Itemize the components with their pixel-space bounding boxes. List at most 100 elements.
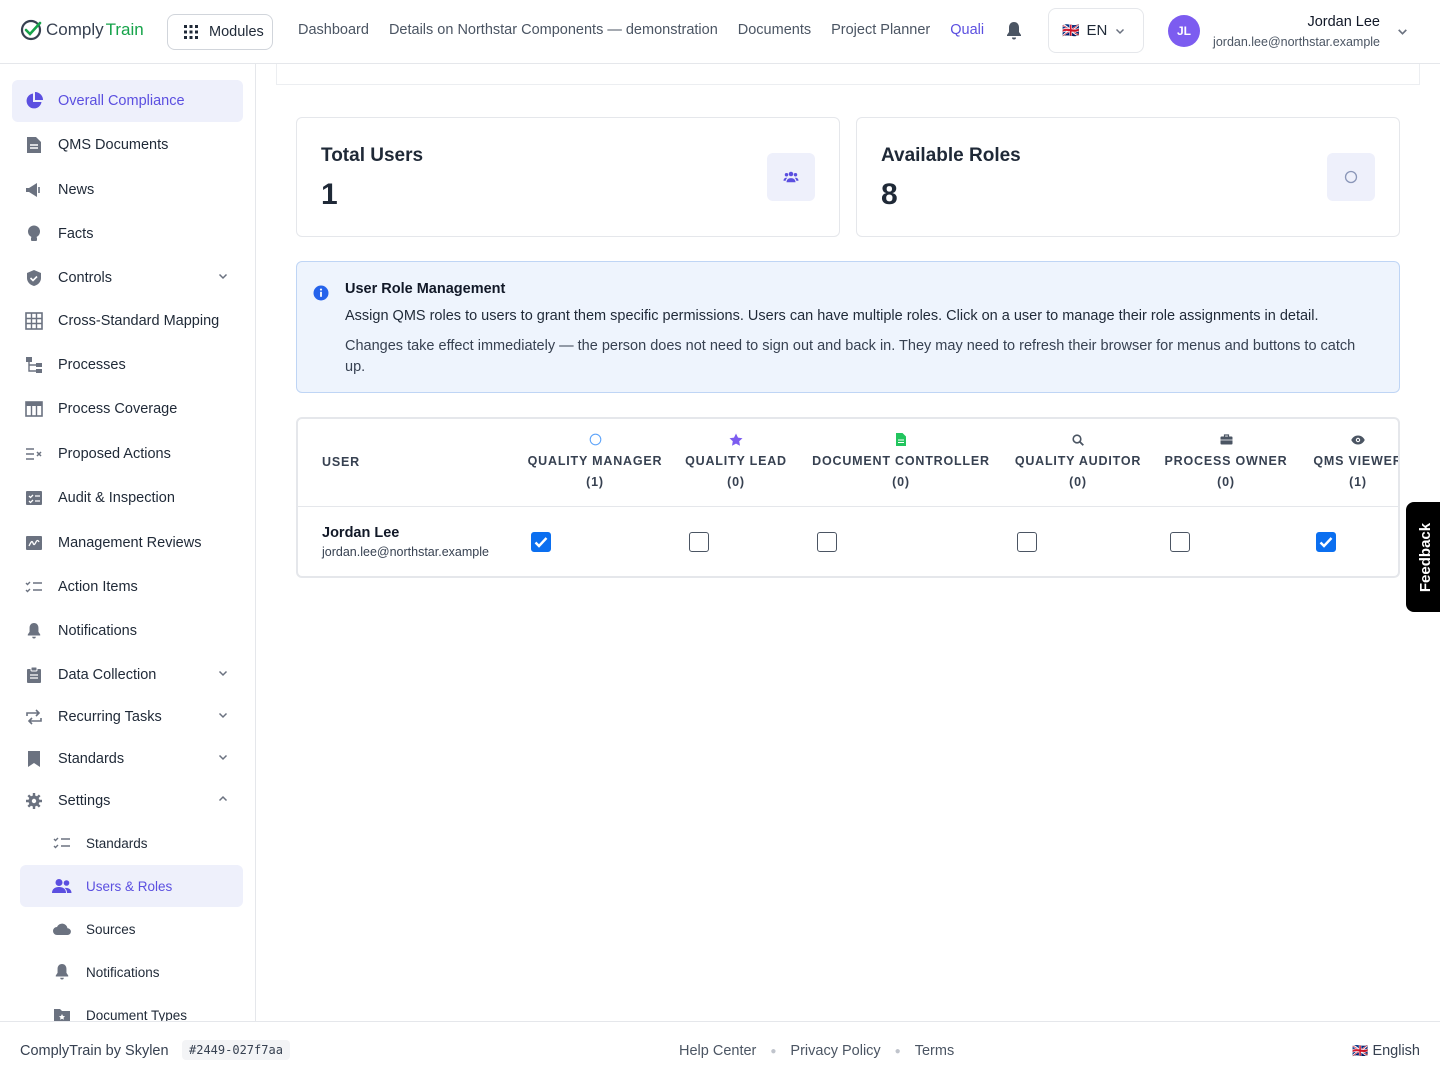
stat-card-total-users: Total Users 1 — [296, 117, 840, 237]
sidebar-subitem-sources[interactable]: Sources — [20, 908, 243, 950]
sidebar-item-label: Settings — [58, 793, 111, 809]
info-banner: User Role Management Assign QMS roles to… — [296, 261, 1400, 393]
checkmark-icon — [1319, 537, 1333, 548]
bell-icon — [24, 621, 44, 641]
megaphone-icon — [24, 180, 44, 200]
checkbox-quality-auditor[interactable] — [1017, 532, 1037, 552]
sidebar-subitem-notifications[interactable]: Notifications — [20, 951, 243, 993]
modules-button[interactable]: Modules — [167, 14, 273, 50]
footer-link-privacy-policy[interactable]: Privacy Policy — [790, 1043, 880, 1059]
sidebar: Overall Compliance QMS Documents News Fa… — [0, 64, 256, 1021]
footer: ComplyTrain by Skylen #2449-027f7aa Help… — [0, 1021, 1440, 1080]
role-count: (0) — [727, 475, 745, 489]
checkbox-quality-manager[interactable] — [531, 532, 551, 552]
footer-separator: ● — [894, 1045, 901, 1057]
nav-documents[interactable]: Documents — [738, 22, 811, 38]
sidebar-subitem-users-roles[interactable]: Users & Roles — [20, 865, 243, 907]
notifications-bell-icon[interactable] — [1005, 21, 1023, 44]
nav-dashboard[interactable]: Dashboard — [298, 22, 369, 38]
role-label: QUALITY AUDITOR — [1014, 454, 1142, 468]
logo-text-train: Train — [105, 20, 144, 39]
sidebar-item-processes[interactable]: Processes — [12, 344, 243, 386]
user-avatar[interactable]: JL — [1168, 15, 1200, 47]
checkbox-quality-lead[interactable] — [689, 532, 709, 552]
role-label: DOCUMENT CONTROLLER — [812, 454, 990, 468]
app-logo[interactable]: Comply Train — [20, 18, 144, 42]
sidebar-item-facts[interactable]: Facts — [12, 213, 243, 255]
footer-links: Help Center ● Privacy Policy ● Terms — [679, 1043, 954, 1059]
sidebar-item-label: Action Items — [58, 579, 138, 595]
stat-title: Available Roles — [881, 145, 1021, 166]
info-icon — [313, 285, 329, 304]
main-content: Total Users 1 Available Roles 8 User Rol… — [256, 64, 1440, 1021]
table-icon — [24, 399, 44, 419]
sidebar-subitem-label: Standards — [86, 835, 148, 851]
stat-value: 1 — [321, 178, 338, 211]
stat-title: Total Users — [321, 145, 424, 166]
feedback-label: Feedback — [1417, 522, 1435, 592]
sidebar-item-label: Proposed Actions — [58, 446, 171, 462]
sidebar-subitem-document-types[interactable]: Document Types — [20, 994, 243, 1021]
user-email: jordan.lee@northstar.example — [1213, 35, 1380, 49]
sidebar-item-overall-compliance[interactable]: Overall Compliance — [12, 80, 243, 122]
column-header-qms-viewer[interactable]: QMS VIEWER (1) — [1305, 431, 1400, 493]
footer-language-selector[interactable]: 🇬🇧 English — [1352, 1043, 1420, 1059]
footer-link-terms[interactable]: Terms — [915, 1043, 954, 1059]
role-count: (1) — [586, 475, 604, 489]
sidebar-item-label: Management Reviews — [58, 535, 202, 551]
document-icon — [24, 135, 44, 155]
footer-brand: ComplyTrain by Skylen — [20, 1043, 169, 1059]
sidebar-item-qms-documents[interactable]: QMS Documents — [12, 124, 243, 166]
sidebar-item-standards[interactable]: Standards — [12, 738, 243, 780]
sidebar-subitem-label: Document Types — [86, 1007, 188, 1022]
nav-project-details[interactable]: Details on Northstar Components — demons… — [389, 22, 718, 38]
bell-icon — [52, 962, 72, 982]
sidebar-item-process-coverage[interactable]: Process Coverage — [12, 388, 243, 430]
signature-icon — [24, 533, 44, 553]
feedback-tab[interactable]: Feedback — [1406, 502, 1440, 612]
role-count: (0) — [892, 475, 910, 489]
grid-dots-icon — [184, 25, 198, 39]
column-header-quality-auditor[interactable]: QUALITY AUDITOR (0) — [1007, 431, 1149, 493]
sidebar-item-proposed-actions[interactable]: Proposed Actions — [12, 433, 243, 475]
info-text-secondary: Changes take effect immediately — the pe… — [345, 338, 1356, 375]
sidebar-item-recurring-tasks[interactable]: Recurring Tasks — [12, 696, 243, 738]
sidebar-item-label: Overall Compliance — [58, 93, 185, 109]
footer-separator: ● — [770, 1045, 777, 1057]
role-count: (1) — [1349, 475, 1367, 489]
sidebar-item-label: Audit & Inspection — [58, 490, 175, 506]
users-icon — [52, 876, 72, 896]
column-header-quality-manager[interactable]: QUALITY MANAGER (1) — [517, 431, 673, 493]
sidebar-item-notifications[interactable]: Notifications — [12, 610, 243, 652]
sidebar-item-label: Notifications — [58, 623, 137, 639]
user-menu-chevron-icon[interactable] — [1396, 25, 1409, 41]
sidebar-item-news[interactable]: News — [12, 169, 243, 211]
checkbox-process-owner[interactable] — [1170, 532, 1190, 552]
sidebar-item-action-items[interactable]: Action Items — [12, 566, 243, 608]
nav-quality[interactable]: Quali — [950, 22, 984, 38]
sidebar-subitem-standards[interactable]: Standards — [20, 822, 243, 864]
column-header-process-owner[interactable]: PROCESS OWNER (0) — [1161, 431, 1291, 493]
column-header-quality-lead[interactable]: QUALITY LEAD (0) — [679, 431, 793, 493]
grid-icon — [24, 311, 44, 331]
sidebar-item-management-reviews[interactable]: Management Reviews — [12, 522, 243, 564]
column-header-document-controller[interactable]: DOCUMENT CONTROLLER (0) — [807, 431, 995, 493]
sidebar-item-audit-inspection[interactable]: Audit & Inspection — [12, 477, 243, 519]
checkbox-document-controller[interactable] — [817, 532, 837, 552]
language-selector[interactable]: 🇬🇧 EN — [1048, 8, 1144, 53]
sidebar-item-controls[interactable]: Controls — [12, 257, 243, 299]
role-label: QMS VIEWER — [1313, 454, 1400, 468]
sidebar-item-data-collection[interactable]: Data Collection — [12, 654, 243, 696]
footer-link-help-center[interactable]: Help Center — [679, 1043, 756, 1059]
top-navigation: Dashboard Details on Northstar Component… — [298, 22, 984, 38]
checkbox-qms-viewer[interactable] — [1316, 532, 1336, 552]
circle-icon — [1327, 153, 1375, 201]
sidebar-item-settings[interactable]: Settings — [12, 780, 243, 822]
nav-project-planner[interactable]: Project Planner — [831, 22, 930, 38]
logo-text-comply: Comply — [46, 20, 104, 39]
role-label: PROCESS OWNER — [1164, 454, 1288, 468]
user-row-name[interactable]: Jordan Lee — [322, 525, 399, 541]
flag-icon: 🇬🇧 — [1352, 1043, 1369, 1058]
sidebar-item-cross-standard-mapping[interactable]: Cross-Standard Mapping — [12, 300, 243, 342]
user-name[interactable]: Jordan Lee — [1307, 14, 1380, 30]
